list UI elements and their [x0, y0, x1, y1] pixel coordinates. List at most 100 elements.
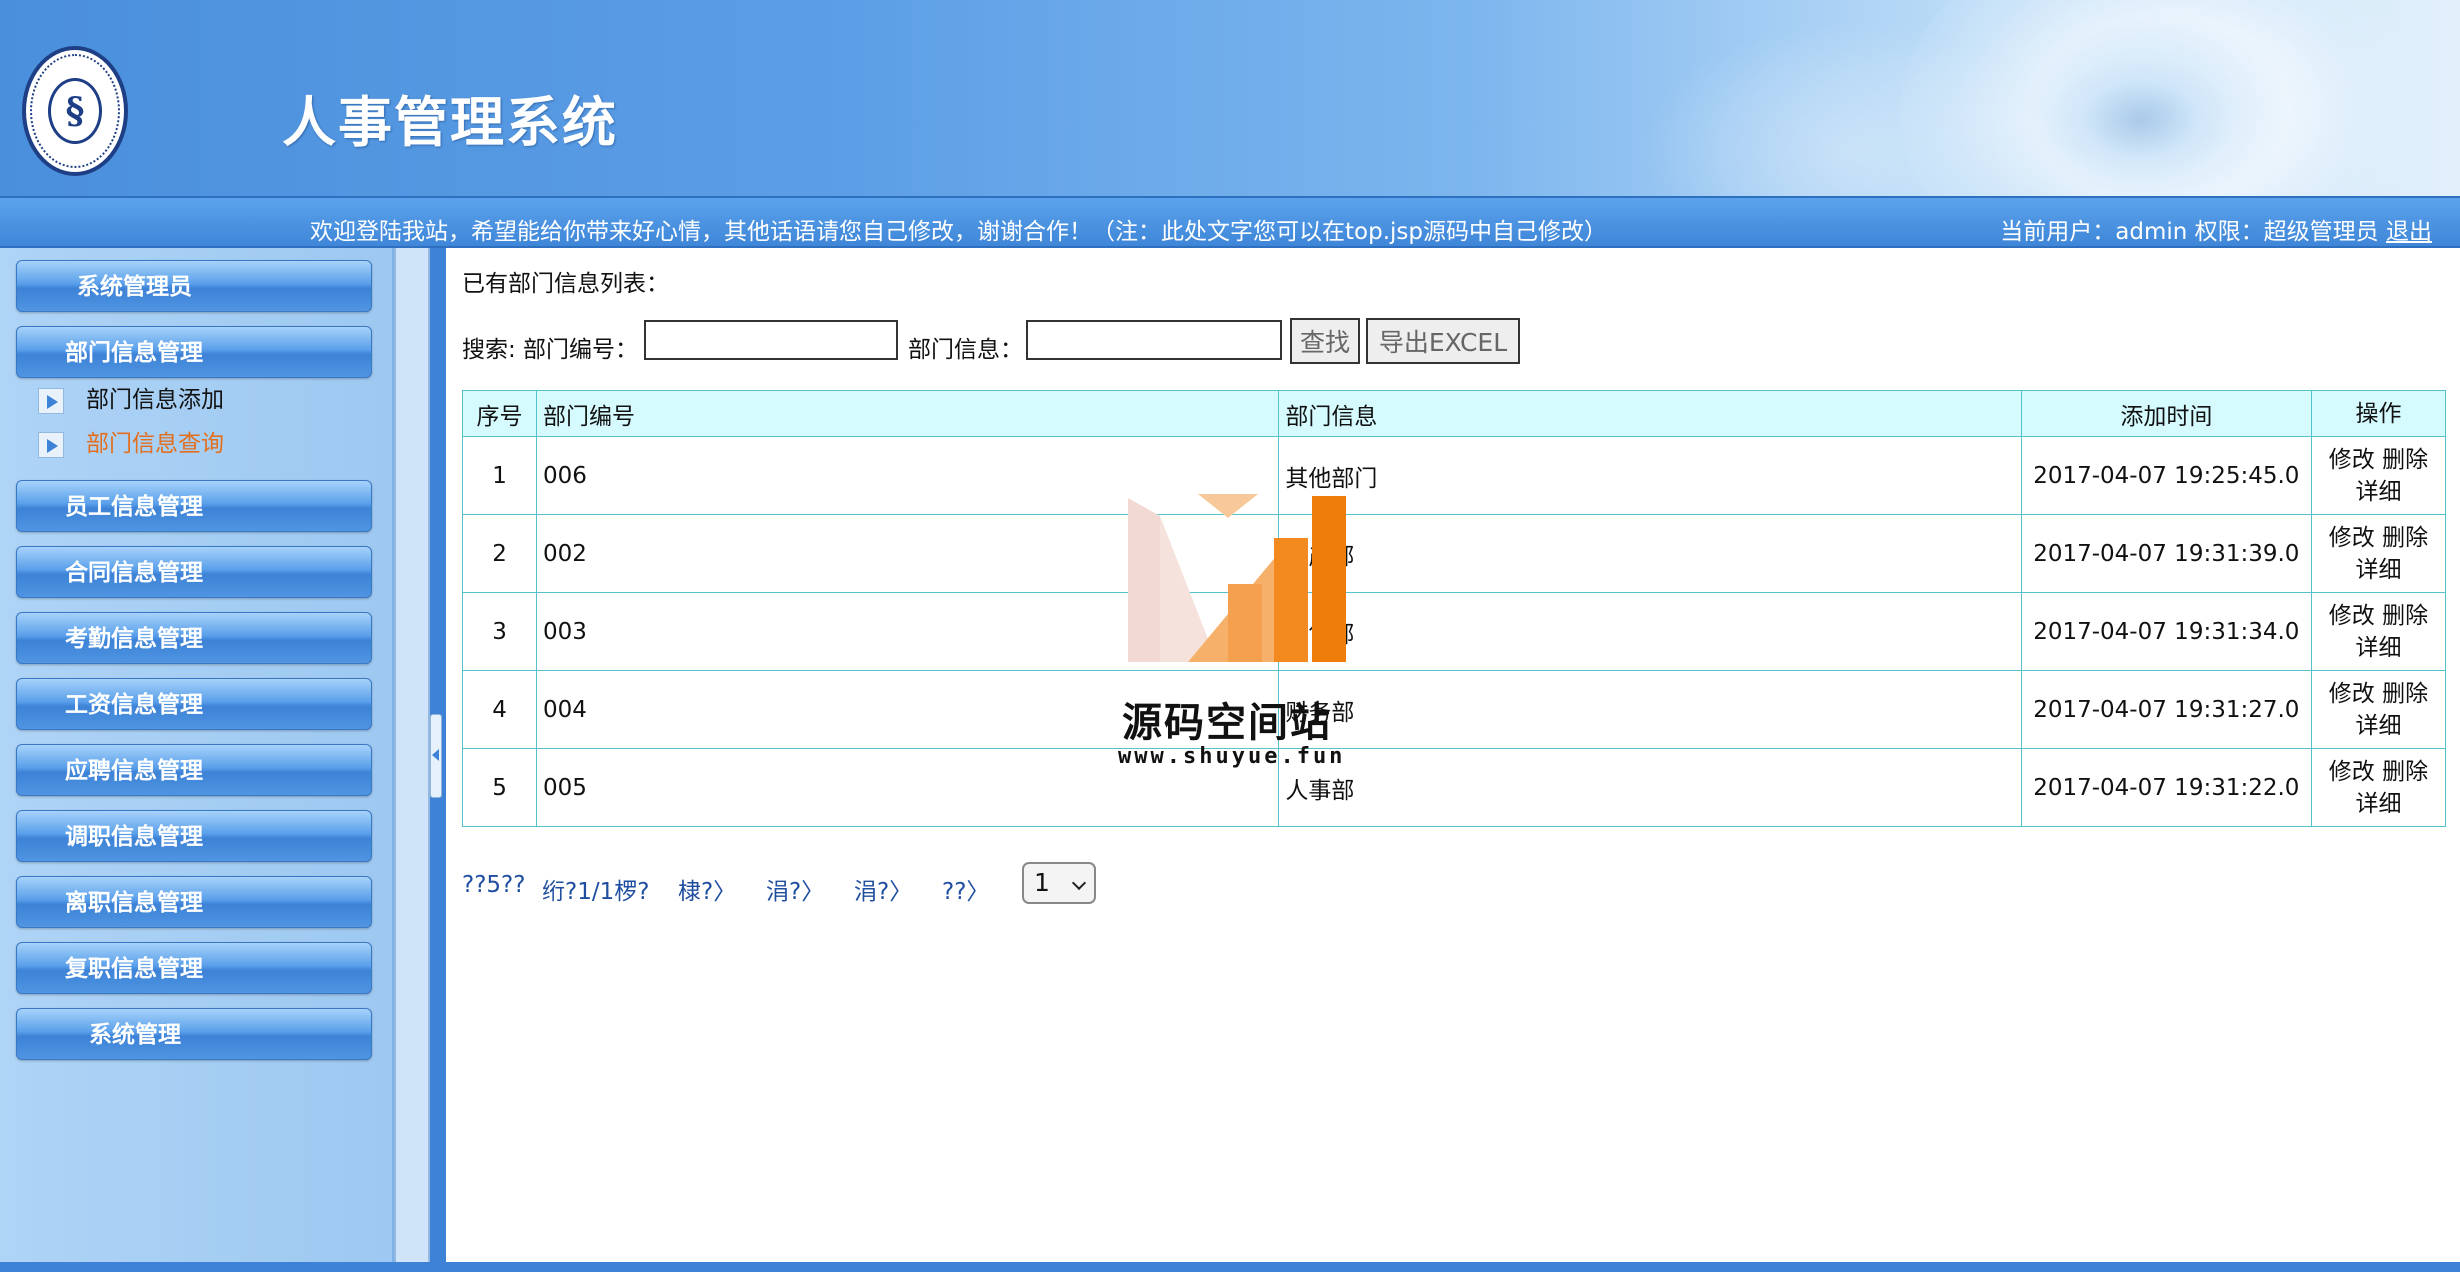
edit-link[interactable]: 修改: [2329, 603, 2375, 629]
menu-label: 系统管理: [89, 1022, 181, 1048]
cell-index: 2: [461, 514, 538, 593]
menu-label: 调职信息管理: [65, 824, 203, 850]
edit-link[interactable]: 修改: [2329, 759, 2375, 785]
col-header-index: 序号: [461, 390, 538, 437]
cell-dept-no: 002: [536, 514, 1280, 593]
university-logo: §: [22, 46, 128, 176]
pager-first-link[interactable]: 棣?〉: [678, 872, 736, 906]
current-user-label: 当前用户：admin 权限：超级管理员: [2000, 219, 2379, 245]
menu-label: 系统管理员: [77, 274, 192, 300]
logout-link[interactable]: 退出: [2386, 219, 2432, 245]
menu-label: 员工信息管理: [65, 494, 203, 520]
col-header-actions: 操作: [2310, 390, 2447, 437]
menu-system-admin[interactable]: 系统管理员: [16, 260, 372, 312]
search-dept-info-label: 部门信息：: [908, 337, 1023, 363]
menu-label: 工资信息管理: [65, 692, 203, 718]
cell-index: 5: [461, 748, 538, 827]
cell-added-time: 2017-04-07 19:25:45.0: [2020, 436, 2312, 515]
delete-link[interactable]: 删除: [2382, 759, 2428, 785]
cell-actions: 修改 删除 详细: [2310, 670, 2447, 749]
logo-mark-icon: §: [65, 90, 85, 132]
delete-link[interactable]: 删除: [2382, 525, 2428, 551]
table-row: 2 002 生产部 2017-04-07 19:31:39.0 修改 删除 详细: [461, 514, 2447, 593]
table-header-row: 序号 部门编号 部门信息 添加时间 操作: [461, 390, 2447, 437]
menu-label: 应聘信息管理: [65, 758, 203, 784]
table-row: 5 005 人事部 2017-04-07 19:31:22.0 修改 删除 详细: [461, 748, 2447, 827]
cell-added-time: 2017-04-07 19:31:39.0: [2020, 514, 2312, 593]
cell-dept-info: 其他部门: [1278, 436, 2022, 515]
edit-link[interactable]: 修改: [2329, 525, 2375, 551]
cell-dept-no: 006: [536, 436, 1280, 515]
menu-label: 离职信息管理: [65, 890, 203, 916]
submenu-label: 部门信息添加: [86, 387, 224, 413]
detail-link[interactable]: 详细: [2355, 479, 2401, 505]
menu-attendance-management[interactable]: 考勤信息管理: [16, 612, 372, 664]
delete-link[interactable]: 删除: [2382, 447, 2428, 473]
menu-transfer-management[interactable]: 调职信息管理: [16, 810, 372, 862]
app-title: 人事管理系统: [282, 91, 618, 154]
cell-dept-info: 生产部: [1278, 514, 2022, 593]
detail-link[interactable]: 详细: [2355, 791, 2401, 817]
edit-link[interactable]: 修改: [2329, 447, 2375, 473]
menu-reinstatement-management[interactable]: 复职信息管理: [16, 942, 372, 994]
col-header-added-time: 添加时间: [2020, 390, 2312, 437]
table-row: 1 006 其他部门 2017-04-07 19:25:45.0 修改 删除 详…: [461, 436, 2447, 515]
cell-actions: 修改 删除 详细: [2310, 748, 2447, 827]
menu-system-management[interactable]: 系统管理: [16, 1008, 372, 1060]
header-decoration: [2050, 60, 2230, 180]
cell-dept-no: 004: [536, 670, 1280, 749]
user-info: 当前用户：admin 权限：超级管理员 退出: [2000, 212, 2432, 246]
cell-actions: 修改 删除 详细: [2310, 514, 2447, 593]
table-row: 3 003 销售部 2017-04-07 19:31:34.0 修改 删除 详细: [461, 592, 2447, 671]
menu-label: 复职信息管理: [65, 956, 203, 982]
welcome-message: 欢迎登陆我站，希望能给你带来好心情，其他话语请您自己修改，谢谢合作！（注：此处文…: [310, 219, 1607, 245]
find-button[interactable]: 查找: [1290, 318, 1360, 364]
pager-prev-link[interactable]: 涓?〉: [766, 872, 824, 906]
menu-employee-management[interactable]: 员工信息管理: [16, 480, 372, 532]
cell-added-time: 2017-04-07 19:31:27.0: [2020, 670, 2312, 749]
cell-dept-info: 人事部: [1278, 748, 2022, 827]
col-header-dept-info: 部门信息: [1278, 390, 2022, 437]
pager-last-link[interactable]: ??〉: [942, 872, 989, 906]
department-table: 序号 部门编号 部门信息 添加时间 操作 1 006 其他部门 2017-04-…: [461, 390, 2447, 827]
page-title: 已有部门信息列表：: [462, 271, 669, 297]
chevron-down-icon: [1071, 875, 1087, 891]
pager-page-info: 绗?1/1椤?: [542, 879, 650, 905]
cell-actions: 修改 删除 详细: [2310, 592, 2447, 671]
logo-emblem: §: [48, 78, 102, 144]
menu-label: 考勤信息管理: [65, 626, 203, 652]
splitter-track: [394, 248, 430, 1264]
cell-index: 3: [461, 592, 538, 671]
menu-salary-management[interactable]: 工资信息管理: [16, 678, 372, 730]
edit-link[interactable]: 修改: [2329, 681, 2375, 707]
submenu-label: 部门信息查询: [86, 431, 224, 457]
delete-link[interactable]: 删除: [2382, 681, 2428, 707]
page-select[interactable]: 1: [1022, 862, 1096, 904]
dept-info-input[interactable]: [1026, 320, 1282, 360]
detail-link[interactable]: 详细: [2355, 635, 2401, 661]
detail-link[interactable]: 详细: [2355, 713, 2401, 739]
sidebar: 系统管理员 部门信息管理 部门信息添加 部门信息查询 员工信息管理 合同信息管理…: [0, 248, 394, 1264]
pager-next-link[interactable]: 涓?〉: [854, 872, 912, 906]
delete-link[interactable]: 删除: [2382, 603, 2428, 629]
cell-added-time: 2017-04-07 19:31:34.0: [2020, 592, 2312, 671]
detail-link[interactable]: 详细: [2355, 557, 2401, 583]
cell-dept-info: 财务部: [1278, 670, 2022, 749]
collapse-sidebar-handle[interactable]: [430, 714, 442, 798]
menu-department-management[interactable]: 部门信息管理: [16, 326, 372, 378]
search-dept-no-label: 搜索: 部门编号：: [462, 337, 639, 363]
cell-dept-no: 003: [536, 592, 1280, 671]
app-header: § 人事管理系统: [0, 0, 2460, 196]
export-excel-button[interactable]: 导出EXCEL: [1366, 318, 1520, 364]
table-row: 4 004 财务部 2017-04-07 19:31:27.0 修改 删除 详细: [461, 670, 2447, 749]
menu-resignation-management[interactable]: 离职信息管理: [16, 876, 372, 928]
menu-contract-management[interactable]: 合同信息管理: [16, 546, 372, 598]
pager-total: ??5??: [462, 872, 526, 898]
dept-no-input[interactable]: [644, 320, 898, 360]
frame-splitter: [394, 248, 446, 1264]
cell-index: 1: [461, 436, 538, 515]
menu-recruitment-management[interactable]: 应聘信息管理: [16, 744, 372, 796]
menu-label: 合同信息管理: [65, 560, 203, 586]
cell-added-time: 2017-04-07 19:31:22.0: [2020, 748, 2312, 827]
status-bar: 欢迎登陆我站，希望能给你带来好心情，其他话语请您自己修改，谢谢合作！（注：此处文…: [0, 196, 2460, 248]
